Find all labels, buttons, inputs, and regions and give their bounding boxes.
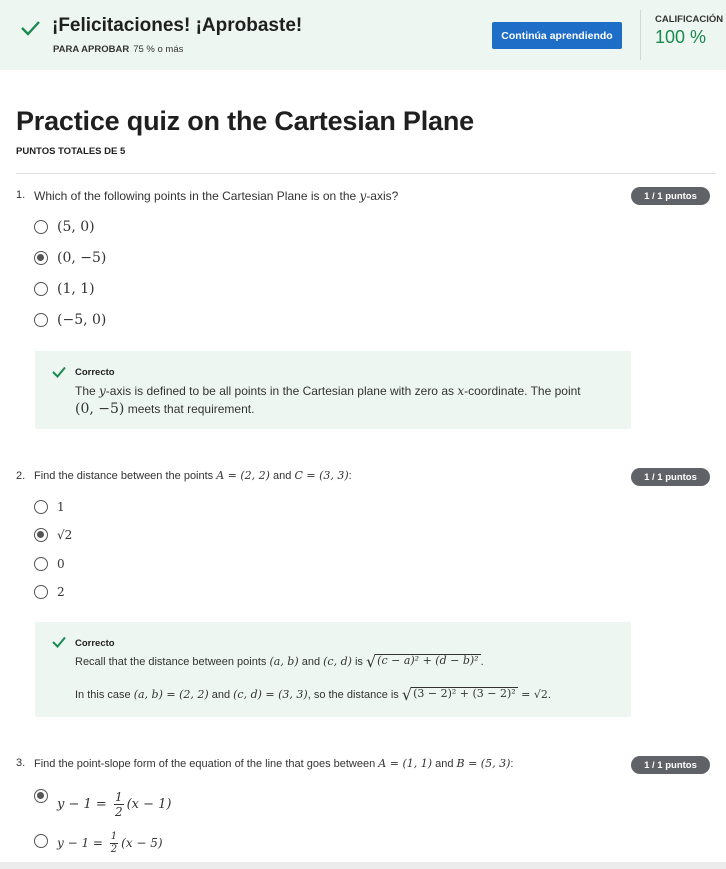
- radio-button[interactable]: [34, 557, 48, 571]
- question-number: 2.: [16, 470, 26, 482]
- horizontal-scrollbar[interactable]: [0, 862, 726, 869]
- divider: [640, 10, 641, 60]
- answer-option[interactable]: (5, 0): [34, 219, 95, 235]
- answer-option[interactable]: 2: [34, 585, 65, 599]
- radio-button-selected[interactable]: [34, 789, 48, 803]
- question-text: Find the distance between the points A =…: [34, 469, 352, 482]
- feedback-box: Correcto The y-axis is defined to be all…: [35, 351, 631, 429]
- continue-learning-button[interactable]: Continúa aprendiendo: [492, 22, 622, 49]
- feedback-box: Correcto Recall that the distance betwee…: [35, 622, 631, 717]
- checkmark-icon: [52, 636, 66, 648]
- feedback-text: The y-axis is defined to be all points i…: [75, 384, 581, 417]
- points-badge: 1 / 1 puntos: [631, 756, 710, 774]
- total-points: PUNTOS TOTALES DE 5: [16, 146, 126, 157]
- radio-button-selected[interactable]: [34, 528, 48, 542]
- page-title: Practice quiz on the Cartesian Plane: [16, 106, 474, 136]
- grade-label: CALIFICACIÓN: [655, 14, 724, 25]
- checkmark-icon: [52, 366, 66, 378]
- checkmark-icon: [21, 21, 40, 36]
- feedback-title: Correcto: [75, 367, 115, 378]
- question-text: Find the point-slope form of the equatio…: [34, 757, 514, 770]
- answer-option[interactable]: 1: [34, 500, 65, 514]
- grade-value: 100 %: [655, 27, 707, 47]
- feedback-text: Recall that the distance between points …: [75, 652, 484, 672]
- question-text: Which of the following points in the Car…: [34, 189, 399, 203]
- radio-button[interactable]: [34, 313, 48, 327]
- answer-option[interactable]: (−5, 0): [34, 312, 106, 328]
- divider: [16, 173, 716, 174]
- answer-option[interactable]: y − 1 = 1 2 (x − 5): [34, 832, 163, 855]
- answer-option[interactable]: (0, −5): [34, 250, 106, 266]
- feedback-title: Correcto: [75, 638, 115, 649]
- radio-button[interactable]: [34, 834, 48, 848]
- radio-button[interactable]: [34, 500, 48, 514]
- points-badge: 1 / 1 puntos: [631, 187, 710, 205]
- answer-option[interactable]: 0: [34, 557, 65, 571]
- question-number: 1.: [16, 189, 26, 201]
- radio-button[interactable]: [34, 282, 48, 296]
- success-banner: ¡Felicitaciones! ¡Aprobaste! PARA APROBA…: [0, 0, 726, 70]
- pass-requirement: PARA APROBAR 75 % o más: [53, 44, 184, 55]
- radio-button[interactable]: [34, 585, 48, 599]
- question-number: 3.: [16, 757, 26, 769]
- radio-button[interactable]: [34, 220, 48, 234]
- points-badge: 1 / 1 puntos: [631, 468, 710, 486]
- answer-option[interactable]: √2: [34, 528, 72, 542]
- feedback-text: In this case (a, b) = (2, 2) and (c, d) …: [75, 685, 551, 705]
- answer-option[interactable]: (1, 1): [34, 281, 95, 297]
- banner-title: ¡Felicitaciones! ¡Aprobaste!: [52, 15, 303, 36]
- answer-option[interactable]: y − 1 = 1 2 (x − 1): [34, 787, 171, 818]
- radio-button-selected[interactable]: [34, 251, 48, 265]
